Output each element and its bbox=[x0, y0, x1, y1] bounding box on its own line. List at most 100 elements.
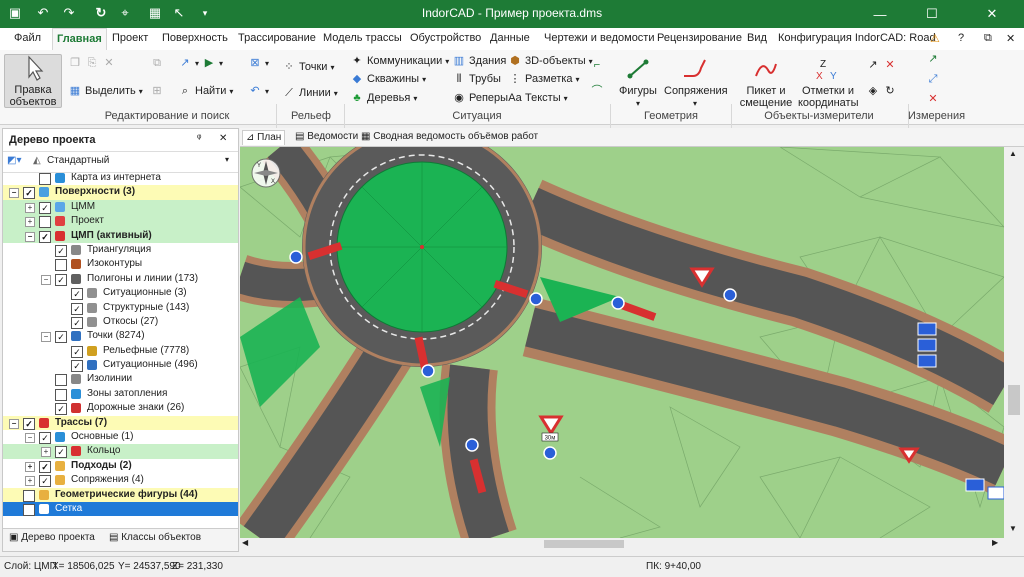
texts-button[interactable]: Aa Тексты ▾ bbox=[508, 91, 567, 105]
edit-objects-button[interactable]: Правка объектов bbox=[4, 54, 62, 108]
copy-icon[interactable]: ❐ ⎘ ✕ bbox=[68, 56, 116, 70]
marking-button[interactable]: ⋮ Разметка ▾ bbox=[508, 72, 580, 86]
tree-checkbox[interactable]: ✓ bbox=[39, 460, 51, 473]
tree-checkbox[interactable]: ✓ bbox=[71, 302, 83, 315]
tree-item[interactable]: ✓ Дорожные знаки (26) bbox=[3, 401, 238, 416]
tree-checkbox[interactable] bbox=[55, 259, 67, 272]
horizontal-scrollbar[interactable]: ◀ ▶ bbox=[240, 538, 1004, 550]
scroll-up-icon[interactable]: ▲ bbox=[1009, 149, 1017, 158]
wells-button[interactable]: ◆ Скважины ▾ bbox=[350, 72, 426, 86]
tree-item[interactable]: ✓ Ситуационные (3) bbox=[3, 286, 238, 301]
tab-surface[interactable]: Поверхность bbox=[162, 32, 228, 44]
junctions-button[interactable]: Сопряжения ▾ bbox=[664, 56, 728, 110]
tab-drawings[interactable]: Чертежи и ведомости bbox=[544, 32, 655, 44]
minimize-button[interactable]: — bbox=[860, 0, 900, 28]
node-tool-icon[interactable]: ↗ ▾ ▶ ▾ bbox=[178, 56, 223, 70]
pin-icon[interactable]: ᵠ bbox=[197, 133, 201, 144]
tree-checkbox[interactable]: ✓ bbox=[71, 360, 83, 373]
tab-routing[interactable]: Трассирование bbox=[238, 32, 316, 44]
tree-toggle[interactable]: − bbox=[25, 433, 35, 444]
filter-icon[interactable]: ◩▾ bbox=[7, 155, 21, 166]
tree-checkbox[interactable]: ✓ bbox=[71, 288, 83, 301]
tree-item[interactable]: − ✓ Поверхности (3) bbox=[3, 185, 238, 200]
tab-summary[interactable]: ▦ Сводная ведомость объёмов работ bbox=[358, 130, 541, 144]
buildings-button[interactable]: ▥ Здания bbox=[452, 54, 507, 68]
select-button[interactable]: ▦ Выделить ▾ bbox=[68, 84, 143, 98]
tab-view[interactable]: Вид bbox=[747, 32, 767, 44]
tree-item[interactable]: − ✓ ЦМП (активный) bbox=[3, 228, 238, 243]
curve-select-icon[interactable]: ↶ ▾ bbox=[248, 84, 269, 98]
tree-checkbox[interactable]: ✓ bbox=[55, 403, 67, 416]
delete-icon[interactable]: ⧉ bbox=[150, 56, 164, 70]
benchmarks-button[interactable]: ◉ Реперы bbox=[452, 91, 508, 105]
close-button[interactable]: ✕ bbox=[972, 0, 1012, 28]
tree-checkbox[interactable] bbox=[55, 374, 67, 387]
tree-toggle[interactable]: − bbox=[9, 418, 19, 429]
tree-checkbox[interactable] bbox=[55, 388, 67, 401]
tree-item[interactable]: Зоны затопления bbox=[3, 387, 238, 401]
tree-checkbox[interactable] bbox=[39, 216, 51, 229]
merge-icon[interactable]: ⊞ bbox=[150, 84, 164, 98]
tree-checkbox[interactable]: ✓ bbox=[23, 187, 35, 200]
tab-review[interactable]: Рецензирование bbox=[657, 32, 742, 44]
tree-checkbox[interactable]: ✓ bbox=[39, 201, 51, 214]
tree-item[interactable]: − ✓ Точки (8274) bbox=[3, 329, 238, 344]
tree-item[interactable]: Геометрические фигуры (44) bbox=[3, 487, 238, 502]
tree-checkbox[interactable]: ✓ bbox=[55, 331, 67, 344]
tree-checkbox[interactable]: ✓ bbox=[71, 316, 83, 329]
tree-item[interactable]: ✓ Ситуационные (496) bbox=[3, 358, 238, 373]
tree-item[interactable]: + ✓ Сопряжения (4) bbox=[3, 473, 238, 488]
tree-toggle[interactable]: − bbox=[41, 332, 51, 343]
measure-angle-icon[interactable]: ✕ bbox=[926, 92, 940, 106]
tab-configuration[interactable]: Конфигурация IndorCAD: Road bbox=[778, 32, 936, 44]
tree-checkbox[interactable]: ✓ bbox=[39, 475, 51, 488]
scroll-thumb[interactable] bbox=[1008, 385, 1020, 415]
tree-item[interactable]: + Проект bbox=[3, 214, 238, 229]
maximize-button[interactable]: ☐ bbox=[912, 0, 952, 28]
tree-item[interactable]: ✓ Рельефные (7778) bbox=[3, 344, 238, 358]
warning-icon[interactable]: ⚠ bbox=[930, 32, 940, 45]
tree-toggle[interactable]: + bbox=[25, 217, 35, 228]
plan-view[interactable]: 30м Y X bbox=[240, 147, 1004, 538]
vertical-scrollbar[interactable]: ▲ ▼ bbox=[1004, 147, 1024, 538]
tab-route-model[interactable]: Модель трассы bbox=[323, 32, 402, 44]
help-icon[interactable]: ? bbox=[958, 32, 964, 44]
situation-extra-icon[interactable]: ⌐ bbox=[590, 58, 604, 72]
tab-object-classes[interactable]: ▤ Классы объектов bbox=[109, 532, 201, 543]
tab-project-tree[interactable]: ▣ Дерево проекта bbox=[9, 532, 95, 543]
tree-checkbox[interactable]: ✓ bbox=[39, 432, 51, 445]
tree-item[interactable]: Изолинии bbox=[3, 372, 238, 387]
tab-project[interactable]: Проект bbox=[112, 32, 148, 44]
tree-toggle[interactable]: + bbox=[41, 447, 51, 458]
tree-item[interactable]: Сетка bbox=[3, 501, 238, 517]
tree-checkbox[interactable]: ✓ bbox=[55, 273, 67, 286]
tree-toggle[interactable]: + bbox=[25, 461, 35, 472]
measure-area-icon[interactable]: ⤢ bbox=[926, 72, 940, 86]
marks-coordinates-button[interactable]: ZXY Отметки и координаты bbox=[798, 56, 859, 109]
tree-item[interactable]: ✓ Структурные (143) bbox=[3, 301, 238, 315]
tree-checkbox[interactable] bbox=[23, 489, 35, 502]
restore-icon[interactable]: ⧉ bbox=[984, 32, 992, 45]
tree-checkbox[interactable]: ✓ bbox=[55, 244, 67, 257]
tab-file[interactable]: Файл bbox=[14, 32, 41, 44]
panel-close-icon[interactable]: ✕ bbox=[219, 133, 227, 144]
scroll-left-icon[interactable]: ◀ bbox=[242, 538, 248, 547]
situation-extra2-icon[interactable]: ⌒ bbox=[590, 84, 604, 98]
measure-distance-icon[interactable]: ↗ bbox=[926, 52, 940, 66]
tree-toggle[interactable]: + bbox=[25, 476, 35, 487]
tree-item[interactable]: + ✓ Кольцо bbox=[3, 444, 238, 459]
tree-checkbox[interactable] bbox=[23, 503, 35, 516]
tab-statements[interactable]: ▤ Ведомости bbox=[292, 130, 361, 144]
tab-plan[interactable]: ⊿ План bbox=[242, 130, 286, 145]
figures-button[interactable]: Фигуры ▾ bbox=[616, 56, 660, 110]
tree-item[interactable]: − ✓ Трассы (7) bbox=[3, 415, 238, 431]
tree-item[interactable]: − ✓ Основные (1) bbox=[3, 430, 238, 445]
tree-checkbox[interactable]: ✓ bbox=[39, 230, 51, 243]
tree-item[interactable]: + ✓ ЦММ bbox=[3, 199, 238, 215]
communications-button[interactable]: ✦ Коммуникации ▾ bbox=[350, 54, 449, 68]
tree-checkbox[interactable]: ✓ bbox=[71, 345, 83, 358]
scroll-down-icon[interactable]: ▼ bbox=[1009, 524, 1017, 533]
meter-extra-icon[interactable]: ↗ ✕ bbox=[866, 58, 897, 72]
scroll-right-icon[interactable]: ▶ bbox=[992, 538, 998, 547]
tab-equipment[interactable]: Обустройство bbox=[410, 32, 481, 44]
